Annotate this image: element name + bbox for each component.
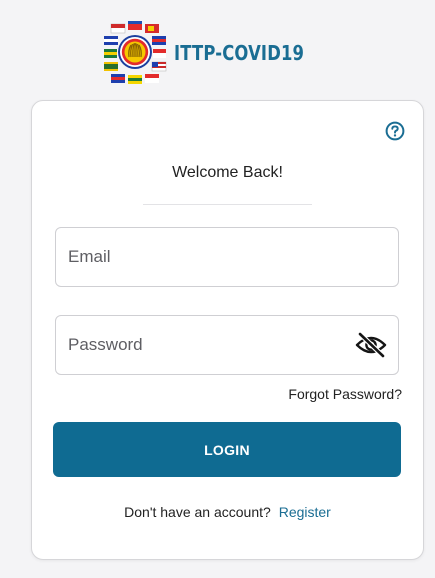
register-prompt: Don't have an account? Register [32, 504, 423, 520]
welcome-heading: Welcome Back! [172, 164, 283, 181]
login-card: Welcome Back! Forgot Password? LOGIN Don… [31, 100, 424, 560]
asean-flags-emblem-icon [102, 19, 168, 85]
no-account-text: Don't have an account? [124, 504, 271, 520]
register-link[interactable]: Register [279, 504, 331, 520]
heading-divider [143, 204, 312, 205]
email-field[interactable] [55, 227, 399, 287]
forgot-password-link[interactable]: Forgot Password? [288, 386, 402, 402]
email-input[interactable] [68, 247, 386, 267]
password-field[interactable] [55, 315, 399, 375]
help-circle-icon[interactable] [385, 121, 405, 141]
app-name: ITTP-COVID19 [174, 41, 305, 65]
app-header: ITTP-COVID19 [0, 18, 435, 86]
eye-off-icon[interactable] [354, 331, 388, 359]
login-button[interactable]: LOGIN [53, 422, 401, 477]
password-input[interactable] [68, 335, 354, 355]
